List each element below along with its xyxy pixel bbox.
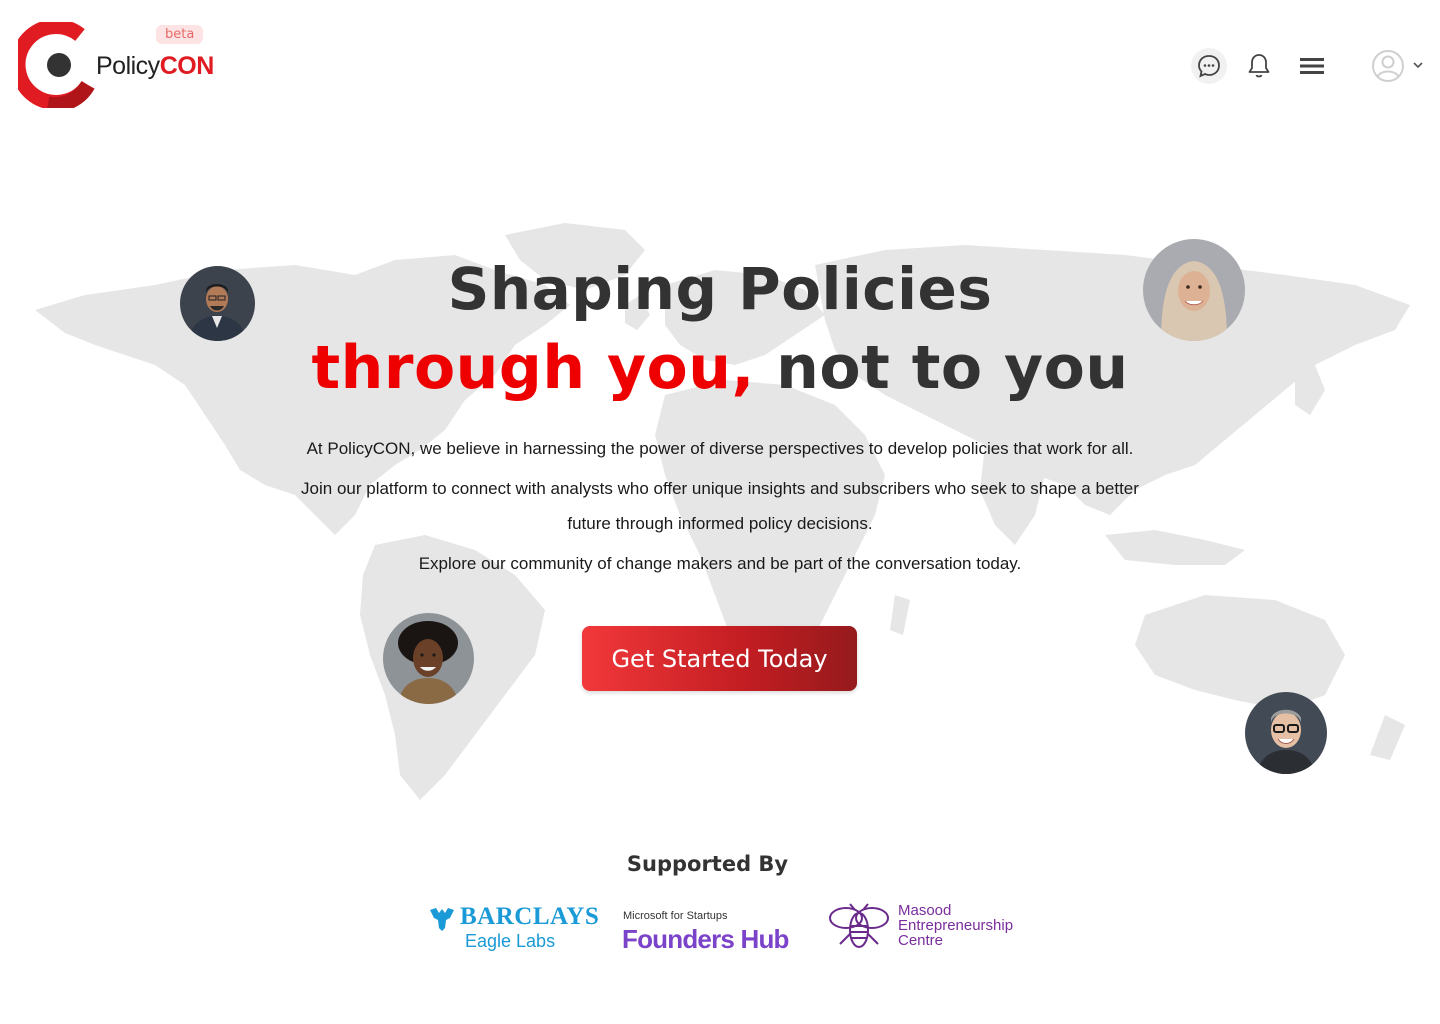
portrait-woman-afro	[383, 613, 474, 704]
portrait-man-suit	[180, 266, 255, 341]
logo-wordmark: PolicyCON	[96, 52, 214, 81]
supported-by-heading: Supported By	[626, 852, 789, 876]
barclays-eagle-labs-logo[interactable]: BARCLAYS Eagle Labs	[428, 903, 599, 958]
get-started-button[interactable]: Get Started Today	[582, 626, 857, 691]
beta-badge: beta	[156, 25, 204, 44]
hero-title-line2: through you, not to you	[0, 333, 1440, 403]
menu-icon[interactable]	[1294, 48, 1330, 84]
user-menu[interactable]	[1370, 48, 1426, 84]
top-header: beta PolicyCON	[0, 0, 1440, 130]
chevron-down-icon	[1413, 62, 1423, 69]
masood-line2: Entrepreneurship	[898, 917, 1014, 934]
barclays-name: BARCLAYS	[460, 903, 600, 930]
masood-line3: Centre	[898, 932, 944, 949]
portrait-man-glasses	[1245, 692, 1327, 774]
hero-paragraph-2-line1: Join our platform to connect with analys…	[301, 479, 1139, 498]
logo-text-con: CON	[159, 52, 215, 80]
masood-entrepreneurship-logo[interactable]: Masood Entrepreneurship Centre	[826, 900, 1036, 955]
hero-paragraph-3: Explore our community of change makers a…	[418, 554, 1022, 573]
barclays-sub: Eagle Labs	[465, 931, 556, 951]
hero-title-rest: not to you	[754, 333, 1129, 403]
bee-icon	[829, 903, 889, 948]
hero-paragraph-2-line2: future through informed policy decisions…	[567, 514, 873, 533]
logo-text-policy: Policy	[96, 52, 160, 80]
portrait-woman-hijab	[1143, 239, 1245, 341]
hero-title-highlight: through you,	[311, 333, 755, 403]
user-avatar-icon	[1372, 50, 1423, 82]
chat-icon[interactable]	[1191, 48, 1227, 84]
founders-hub-logo[interactable]: Microsoft for Startups Founders Hub	[622, 908, 802, 958]
eagle-icon	[430, 908, 454, 931]
logo-mark-icon	[18, 22, 95, 108]
masood-line1: Masood	[898, 902, 952, 919]
founders-big-text: Founders Hub	[622, 924, 789, 954]
founders-small-text: Microsoft for Startups	[623, 910, 728, 922]
policycon-logo[interactable]: beta PolicyCON	[18, 22, 218, 112]
bell-icon[interactable]	[1241, 48, 1277, 84]
hero-paragraph-1: At PolicyCON, we believe in harnessing t…	[306, 439, 1134, 458]
